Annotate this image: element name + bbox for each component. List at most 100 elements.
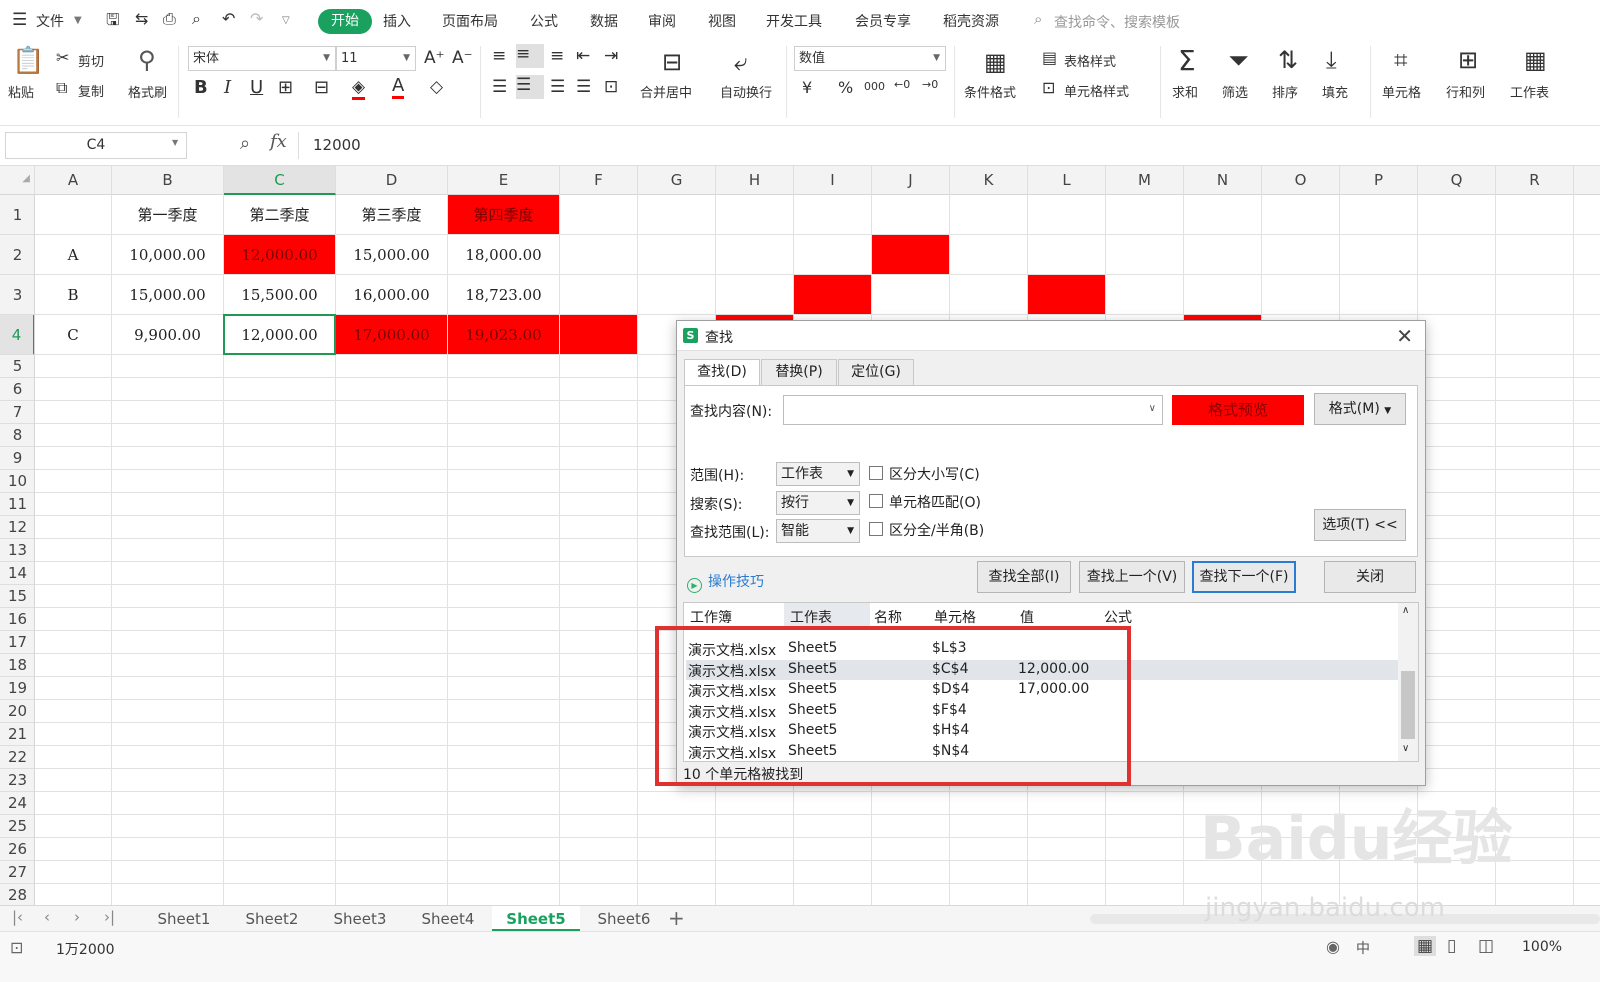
distributed-align-icon[interactable]: ⊡ — [604, 77, 618, 97]
align-center-icon[interactable]: ☰ — [516, 75, 544, 99]
value-cell[interactable]: 10,000.00 — [112, 235, 223, 274]
value-cell[interactable]: 18,000.00 — [448, 235, 559, 274]
align-middle-icon[interactable]: ≡ — [516, 44, 544, 68]
row-header-1[interactable]: 1 — [0, 195, 34, 235]
clear-icon[interactable]: ◇ — [430, 77, 443, 97]
row-label[interactable]: B — [35, 275, 111, 314]
format-painter-button[interactable]: 格式刷 — [128, 82, 167, 101]
sheet-tab-sheet5[interactable]: Sheet5 — [492, 906, 580, 932]
table-style-button[interactable]: 表格样式 — [1064, 51, 1116, 70]
column-header-g[interactable]: G — [638, 166, 716, 195]
fx-icon[interactable]: fx — [270, 131, 287, 152]
column-header-e[interactable]: E — [448, 166, 560, 195]
sum-button[interactable]: 求和 — [1172, 82, 1198, 101]
cell-button[interactable]: 单元格 — [1382, 82, 1421, 101]
quarter-header[interactable]: 第三季度 — [336, 195, 447, 234]
row-header-23[interactable]: 23 — [0, 769, 34, 792]
first-sheet-icon[interactable]: |‹ — [12, 908, 23, 926]
scroll-thumb[interactable] — [1401, 671, 1415, 739]
menu-file[interactable]: 文件 — [36, 11, 64, 31]
match-cell-checkbox[interactable] — [869, 494, 883, 508]
font-color-icon[interactable]: A — [392, 75, 405, 99]
print-icon[interactable]: ⎙ — [163, 9, 176, 29]
row-header-4[interactable]: 4 — [0, 315, 34, 355]
align-right-icon[interactable]: ☰ — [550, 77, 565, 97]
align-left-icon[interactable]: ☰ — [492, 77, 507, 97]
column-header-q[interactable]: Q — [1418, 166, 1496, 195]
col-header-cell[interactable]: 单元格 — [934, 607, 976, 627]
paste-button[interactable]: 粘贴 — [8, 82, 34, 101]
menu-icon[interactable]: ☰ — [12, 10, 27, 30]
tab-goto[interactable]: 定位(G) — [838, 359, 914, 385]
select-all-corner[interactable]: ◢ — [0, 166, 35, 195]
row-header-20[interactable]: 20 — [0, 700, 34, 723]
row-header-11[interactable]: 11 — [0, 493, 34, 516]
row-header-21[interactable]: 21 — [0, 723, 34, 746]
col-header-workbook[interactable]: 工作簿 — [690, 607, 732, 627]
tab-home[interactable]: 开始 — [318, 9, 372, 34]
row-header-7[interactable]: 7 — [0, 401, 34, 424]
cell-style-button[interactable]: 单元格样式 — [1064, 81, 1129, 100]
save-icon[interactable]: 🖫 — [106, 9, 120, 36]
underline-icon[interactable]: U — [250, 77, 263, 98]
row-header-18[interactable]: 18 — [0, 654, 34, 677]
table-style-icon[interactable]: ▤ — [1042, 48, 1057, 67]
chevron-down-icon[interactable]: ∨ — [1149, 403, 1156, 414]
input-method-indicator[interactable]: 中 — [1356, 938, 1370, 958]
increase-decimal-icon[interactable]: ←0 — [894, 78, 910, 91]
column-header-d[interactable]: D — [336, 166, 448, 195]
worksheet-button[interactable]: 工作表 — [1510, 82, 1549, 101]
quarter-header[interactable]: 第一季度 — [112, 195, 223, 234]
column-header-f[interactable]: F — [560, 166, 638, 195]
cut-icon[interactable]: ✂ — [56, 48, 69, 67]
column-header-n[interactable]: N — [1184, 166, 1262, 195]
column-header-h[interactable]: H — [716, 166, 794, 195]
value-cell[interactable]: 15,000.00 — [112, 275, 223, 314]
add-sheet-icon[interactable]: + — [668, 906, 685, 930]
merge-center-icon[interactable]: ⊟ — [662, 48, 682, 76]
match-width-checkbox[interactable] — [869, 522, 883, 536]
column-header-c[interactable]: C — [224, 166, 336, 195]
macro-record-icon[interactable]: ⊡ — [10, 938, 23, 957]
selection-summary[interactable]: 1万2000 — [56, 939, 115, 959]
find-what-input[interactable]: ∨ — [783, 395, 1163, 425]
wrap-text-icon[interactable]: ⤶ — [734, 48, 747, 76]
sort-button[interactable]: 排序 — [1272, 82, 1298, 101]
row-header-8[interactable]: 8 — [0, 424, 34, 447]
row-header-10[interactable]: 10 — [0, 470, 34, 493]
font-grow-icon[interactable]: A⁺ — [424, 48, 445, 68]
conditional-format-icon[interactable]: ▦ — [984, 48, 1007, 76]
merge-center-button[interactable]: 合并居中 — [640, 82, 692, 101]
zoom-level[interactable]: 100% — [1522, 939, 1562, 955]
redo-icon[interactable]: ↷ — [250, 9, 263, 28]
row-header-28[interactable]: 28 — [0, 884, 34, 905]
row-col-button[interactable]: 行和列 — [1446, 82, 1485, 101]
outdent-icon[interactable]: ⇤ — [576, 46, 590, 66]
sheet-tab-sheet6[interactable]: Sheet6 — [580, 906, 668, 932]
sheet-tab-sheet4[interactable]: Sheet4 — [404, 906, 492, 932]
align-bottom-icon[interactable]: ≡ — [550, 46, 564, 66]
name-box[interactable]: C4 — [5, 132, 187, 159]
percent-icon[interactable]: % — [838, 78, 853, 97]
value-cell[interactable]: 9,900.00 — [112, 315, 223, 354]
column-header-l[interactable]: L — [1028, 166, 1106, 195]
search-icon[interactable]: ⌕ — [1034, 10, 1042, 28]
row-header-13[interactable]: 13 — [0, 539, 34, 562]
number-format-select[interactable]: 数值 ▼ — [794, 46, 946, 71]
column-header-p[interactable]: P — [1340, 166, 1418, 195]
last-sheet-icon[interactable]: ›| — [104, 908, 115, 926]
cell-fill-pattern-icon[interactable]: ⊟ — [314, 77, 329, 98]
formula-input[interactable]: 12000 — [298, 132, 1600, 159]
font-size-select[interactable]: 11 ▼ — [336, 46, 416, 71]
highlighted-empty-cell[interactable] — [560, 315, 637, 354]
fill-color-icon[interactable]: ◈ — [352, 77, 366, 100]
zoom-formula-icon[interactable]: ⌕ — [240, 133, 250, 154]
copy-button[interactable]: 复制 — [78, 81, 104, 100]
col-header-name[interactable]: 名称 — [874, 607, 902, 627]
tab-developer[interactable]: 开发工具 — [766, 11, 822, 31]
row-header-5[interactable]: 5 — [0, 355, 34, 378]
font-name-select[interactable]: 宋体 ▼ — [188, 46, 336, 71]
fill-button[interactable]: 填充 — [1322, 82, 1348, 101]
thousands-icon[interactable]: 000 — [864, 80, 885, 93]
column-header-a[interactable]: A — [35, 166, 112, 195]
